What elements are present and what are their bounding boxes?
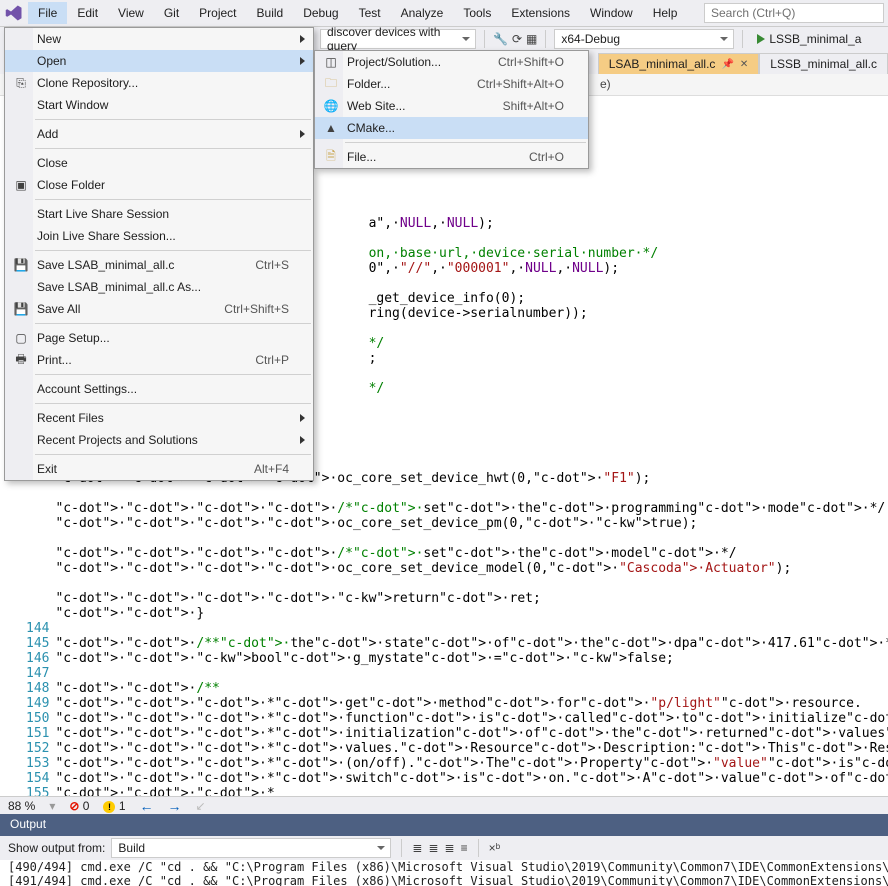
- file-page-setup[interactable]: ▢Page Setup...: [5, 327, 313, 349]
- file-print[interactable]: 🖶Print...Ctrl+P: [5, 349, 313, 371]
- separator: [545, 30, 546, 48]
- menu-analyze[interactable]: Analyze: [391, 2, 454, 24]
- output-tool-icon[interactable]: ≡: [461, 841, 468, 855]
- folder-icon: 🗀: [319, 73, 343, 95]
- output-tool-icon[interactable]: ×ᵇ: [489, 841, 501, 855]
- editor-status-bar: 88 % ▾ ⊘ 0 ! 1 ← → ↙: [0, 796, 888, 814]
- output-toolbar: Show output from: Build ≣ ≣ ≣ ≡ ×ᵇ: [0, 836, 888, 860]
- open-folder[interactable]: 🗀Folder...Ctrl+Shift+Alt+O: [315, 73, 588, 95]
- menu-project[interactable]: Project: [189, 2, 246, 24]
- file-add[interactable]: Add: [5, 123, 313, 145]
- menu-debug[interactable]: Debug: [293, 2, 348, 24]
- separator: [484, 30, 485, 48]
- file-account-settings[interactable]: Account Settings...: [5, 378, 313, 400]
- tool-icon[interactable]: ⟳: [512, 32, 522, 46]
- file-save-as[interactable]: Save LSAB_minimal_all.c As...: [5, 276, 313, 298]
- nav-icon: ↙: [196, 799, 206, 813]
- file-save-all[interactable]: 💾Save AllCtrl+Shift+S: [5, 298, 313, 320]
- folder-icon: ▣: [9, 174, 33, 196]
- warning-icon[interactable]: !: [103, 801, 115, 813]
- menu-window[interactable]: Window: [580, 2, 643, 24]
- nav-back-icon[interactable]: ←: [140, 798, 154, 814]
- action-combo[interactable]: discover devices with query: [320, 29, 476, 49]
- tool-icon[interactable]: 🔧: [493, 32, 508, 46]
- open-file[interactable]: 🗎File...Ctrl+O: [315, 146, 588, 168]
- output-tool-icon[interactable]: ≣: [428, 841, 438, 855]
- pin-icon[interactable]: 📌: [721, 59, 733, 70]
- file-close[interactable]: Close: [5, 152, 313, 174]
- menu-edit[interactable]: Edit: [67, 2, 108, 24]
- separator: [742, 30, 743, 48]
- warning-count: 1: [119, 799, 126, 813]
- file-start-window[interactable]: Start Window: [5, 94, 313, 116]
- error-count: 0: [83, 799, 90, 813]
- save-icon: 💾: [9, 254, 33, 276]
- output-text[interactable]: [490/494] cmd.exe /C "cd . && "C:\Progra…: [0, 860, 888, 886]
- config-combo[interactable]: x64-Debug: [554, 29, 734, 49]
- open-project[interactable]: ◫Project/Solution...Ctrl+Shift+O: [315, 51, 588, 73]
- file-new[interactable]: New: [5, 28, 313, 50]
- output-tool-icon[interactable]: ≣: [412, 841, 422, 855]
- file-recent-projects[interactable]: Recent Projects and Solutions: [5, 429, 313, 451]
- file-exit[interactable]: ExitAlt+F4: [5, 458, 313, 480]
- file-save[interactable]: 💾Save LSAB_minimal_all.cCtrl+S: [5, 254, 313, 276]
- menu-view[interactable]: View: [108, 2, 154, 24]
- repo-icon: ⎘: [9, 72, 33, 94]
- output-source-combo[interactable]: Build: [111, 838, 391, 858]
- print-icon: 🖶: [9, 349, 33, 371]
- run-button[interactable]: LSSB_minimal_a: [751, 30, 867, 48]
- tab-label: LSAB_minimal_all.c: [609, 57, 716, 71]
- menu-help[interactable]: Help: [643, 2, 688, 24]
- save-all-icon: 💾: [9, 298, 33, 320]
- chevron-right-icon: [300, 130, 305, 138]
- output-from-label: Show output from:: [8, 841, 105, 855]
- vs-logo-icon: [0, 0, 28, 27]
- open-website[interactable]: 🌐Web Site...Shift+Alt+O: [315, 95, 588, 117]
- globe-icon: 🌐: [319, 95, 343, 117]
- file-join-live-share[interactable]: Join Live Share Session...: [5, 225, 313, 247]
- file-start-live-share[interactable]: Start Live Share Session: [5, 203, 313, 225]
- file-menu-dropdown: New Open ⎘Clone Repository... Start Wind…: [4, 27, 314, 481]
- file-clone[interactable]: ⎘Clone Repository...: [5, 72, 313, 94]
- file-close-folder[interactable]: ▣Close Folder: [5, 174, 313, 196]
- tab-label: LSSB_minimal_all.c: [770, 57, 877, 71]
- chevron-right-icon: [300, 57, 305, 65]
- solution-icon: ◫: [319, 51, 343, 73]
- cmake-icon: ▲: [319, 117, 343, 139]
- chevron-right-icon: [300, 414, 305, 422]
- tab-lssb[interactable]: LSSB_minimal_all.c: [759, 53, 888, 74]
- menu-test[interactable]: Test: [349, 2, 391, 24]
- open-submenu-dropdown: ◫Project/Solution...Ctrl+Shift+O 🗀Folder…: [314, 50, 589, 169]
- file-icon: 🗎: [319, 146, 343, 168]
- menu-git[interactable]: Git: [154, 2, 189, 24]
- file-open[interactable]: Open: [5, 50, 313, 72]
- page-icon: ▢: [9, 327, 33, 349]
- menu-tools[interactable]: Tools: [453, 2, 501, 24]
- nav-forward-icon[interactable]: →: [168, 798, 182, 814]
- menu-file[interactable]: File: [28, 2, 67, 24]
- chevron-right-icon: [300, 35, 305, 43]
- close-icon[interactable]: ✕: [740, 59, 748, 70]
- menu-extensions[interactable]: Extensions: [501, 2, 580, 24]
- open-cmake[interactable]: ▲CMake...: [315, 117, 588, 139]
- output-panel-header[interactable]: Output: [0, 814, 888, 836]
- search-input[interactable]: Search (Ctrl+Q): [704, 3, 884, 23]
- file-recent-files[interactable]: Recent Files: [5, 407, 313, 429]
- menu-build[interactable]: Build: [247, 2, 294, 24]
- play-icon: [757, 34, 765, 44]
- tool-icon[interactable]: ▦: [526, 32, 537, 46]
- output-tool-icon[interactable]: ≣: [445, 841, 455, 855]
- error-icon[interactable]: ⊘: [69, 799, 79, 813]
- tab-lsab[interactable]: LSAB_minimal_all.c 📌 ✕: [598, 53, 760, 74]
- chevron-right-icon: [300, 436, 305, 444]
- zoom-level[interactable]: 88 %: [8, 799, 35, 813]
- run-target-label: LSSB_minimal_a: [769, 32, 861, 46]
